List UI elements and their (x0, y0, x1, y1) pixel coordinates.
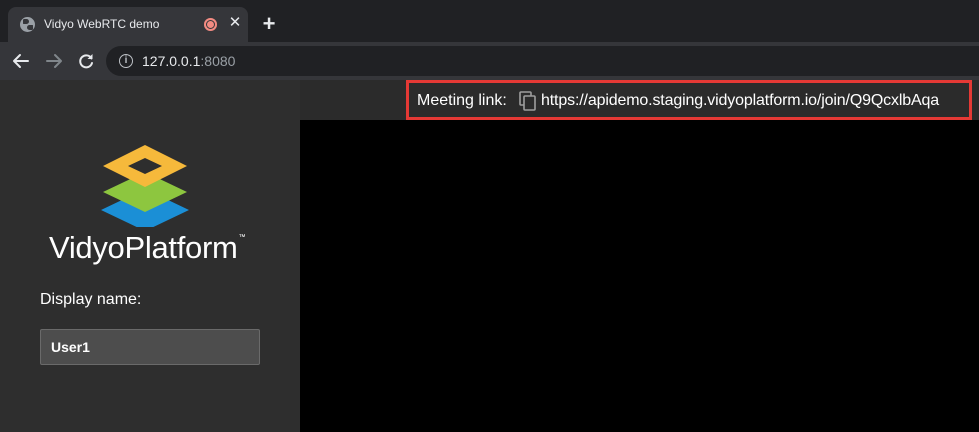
tab-title: Vidyo WebRTC demo (44, 17, 160, 31)
reload-icon[interactable] (75, 50, 97, 72)
url-text: 127.0.0.1:8080 (142, 53, 235, 69)
record-icon (204, 18, 217, 31)
brand-name: VidyoPlatform™ (49, 230, 246, 265)
display-name-input[interactable] (40, 329, 260, 365)
back-arrow-icon[interactable] (10, 50, 32, 72)
meeting-link-label: Meeting link: (417, 92, 507, 109)
info-icon[interactable]: i (119, 54, 133, 68)
url-port: :8080 (200, 53, 236, 69)
globe-icon (20, 17, 35, 32)
close-icon[interactable]: ✕ (227, 15, 243, 31)
browser-tab-strip: Vidyo WebRTC demo ✕ + (0, 0, 979, 42)
meeting-topbar: Meeting link: https://apidemo.staging.vi… (300, 80, 979, 120)
trademark-symbol: ™ (238, 234, 246, 241)
meeting-link-highlight: Meeting link: https://apidemo.staging.vi… (406, 80, 972, 120)
browser-tab[interactable]: Vidyo WebRTC demo ✕ (8, 7, 248, 42)
forward-arrow-icon[interactable] (43, 50, 65, 72)
video-area (300, 120, 979, 432)
browser-toolbar: i 127.0.0.1:8080 (0, 42, 979, 80)
meeting-link-url[interactable]: https://apidemo.staging.vidyoplatform.io… (541, 92, 939, 110)
vidyoplatform-logo-icon (101, 145, 189, 227)
new-tab-button[interactable]: + (258, 13, 280, 35)
sidebar: VidyoPlatform™ Display name: (0, 80, 300, 432)
url-host: 127.0.0.1 (142, 53, 201, 69)
display-name-label: Display name: (40, 291, 142, 308)
address-bar[interactable]: i 127.0.0.1:8080 (106, 46, 979, 76)
copy-icon[interactable] (519, 91, 537, 111)
